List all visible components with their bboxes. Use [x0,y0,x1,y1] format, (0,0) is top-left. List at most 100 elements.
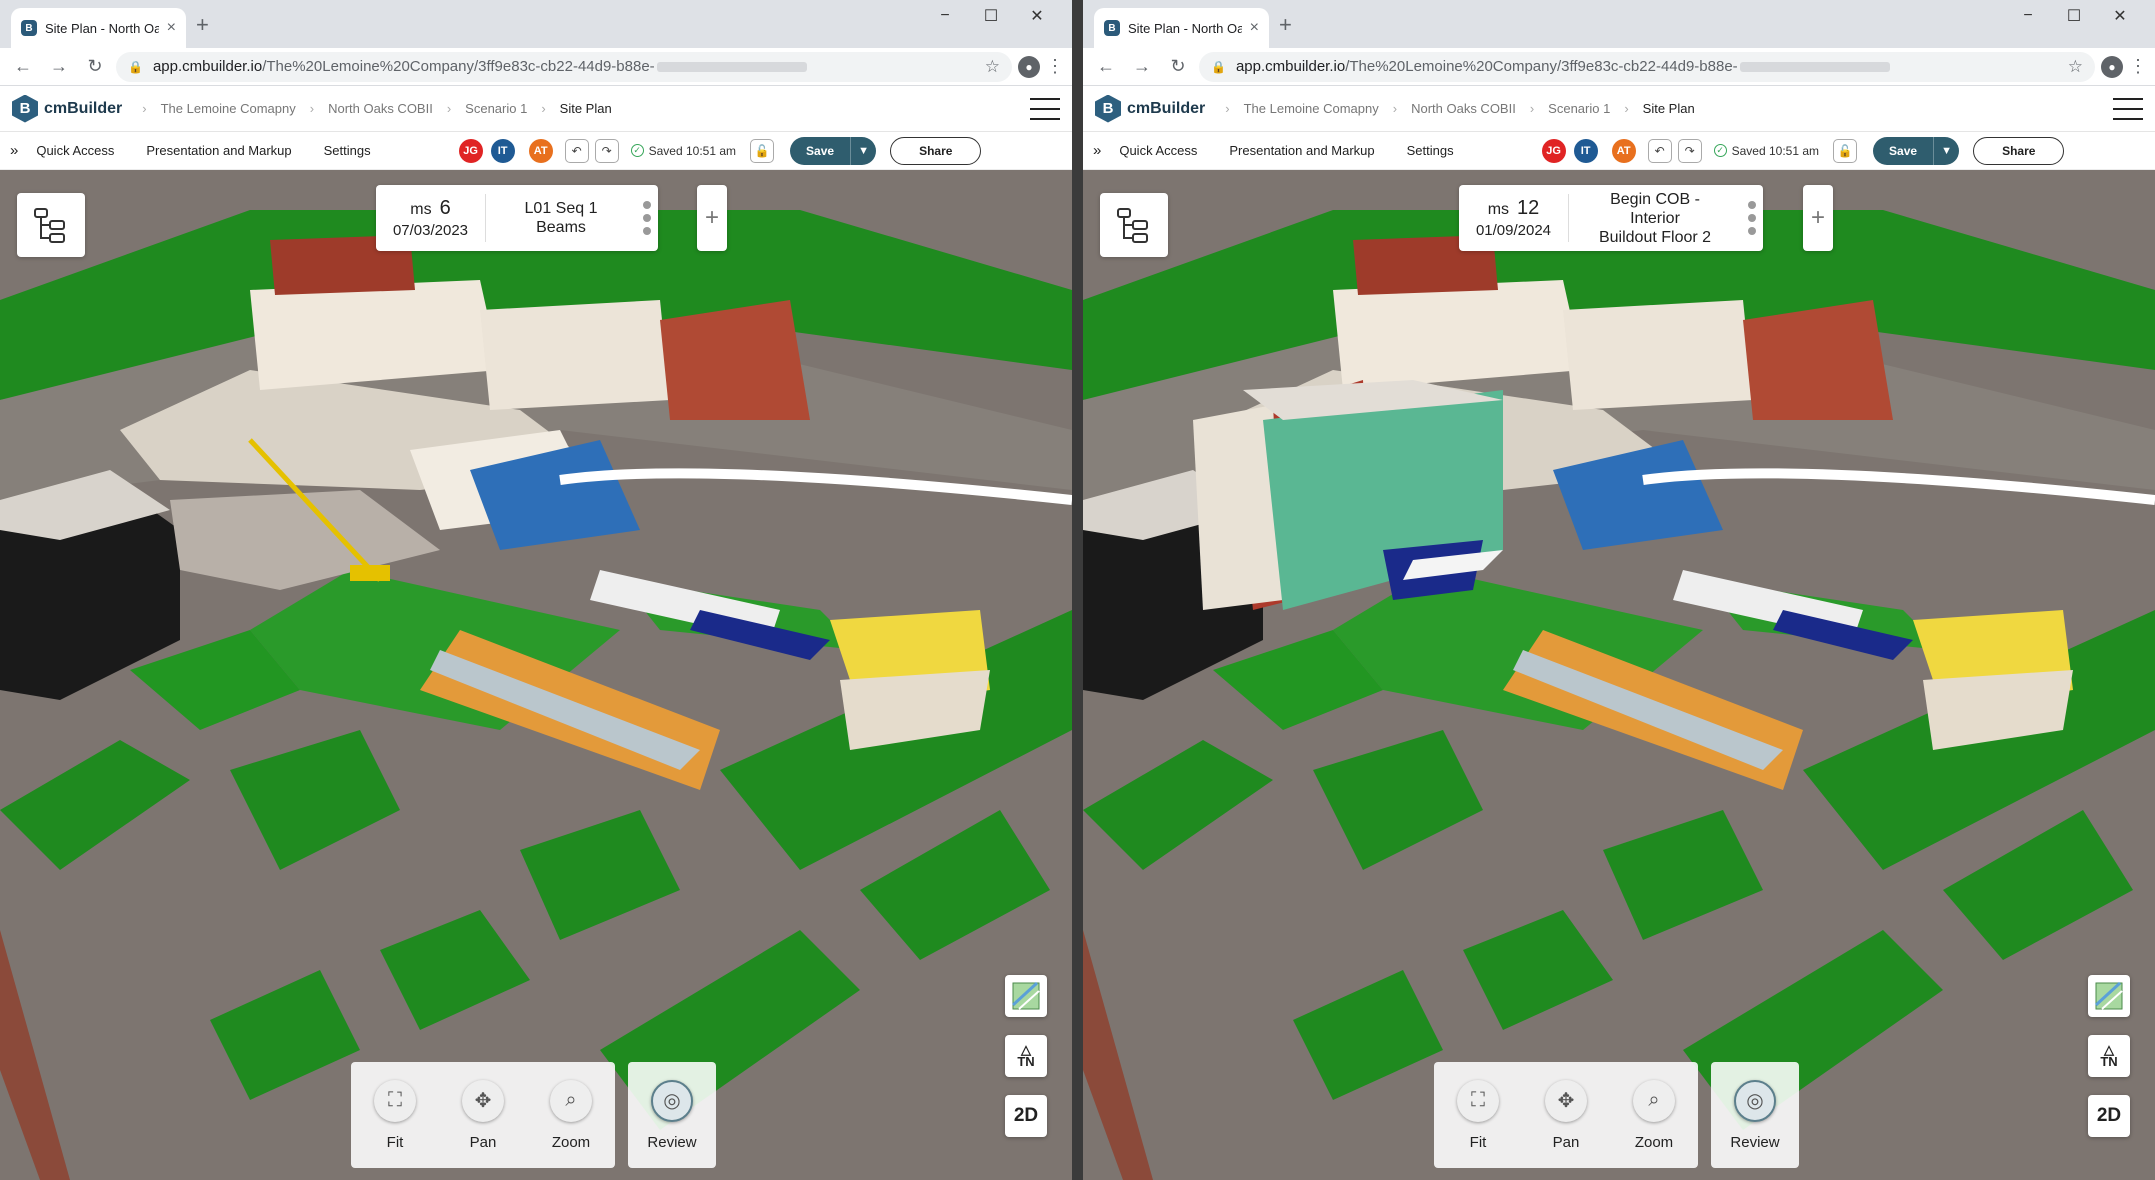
true-north-button[interactable]: △ TN [1005,1035,1047,1077]
new-office-building[interactable] [1193,380,1503,610]
saved-time: Saved 10:51 am [648,143,737,158]
milestone-card[interactable]: ms 6 07/03/2023 L01 Seq 1 Beams [376,185,658,251]
zoom-button[interactable]: ⌕ Zoom [550,1079,592,1151]
share-button[interactable]: Share [890,136,982,165]
minimize-button[interactable]: − [2005,2,2051,30]
pan-button[interactable]: ✥ Pan [1545,1079,1587,1151]
url-field[interactable]: 🔒 app.cmbuilder.io/The%20Lemoine%20Compa… [116,51,1012,82]
menu-settings[interactable]: Settings [1407,143,1454,158]
minimize-button[interactable]: − [922,2,968,30]
hamburger-menu-icon[interactable] [2113,97,2143,120]
milestone-options-icon[interactable] [636,201,658,235]
url-host: app.cmbuilder.io [1235,58,1346,75]
breadcrumb-scenario[interactable]: Scenario 1 [465,101,527,116]
view-2d-button[interactable]: 2D [1005,1095,1047,1137]
avatar[interactable]: AT [528,138,553,163]
add-milestone-button[interactable]: + [697,185,727,251]
menu-settings[interactable]: Settings [324,143,371,158]
pan-button[interactable]: ✥ Pan [462,1079,504,1151]
review-button[interactable]: ◎ Review [647,1079,697,1151]
cmbuilder-logo[interactable]: B cmBuilder [1095,94,1205,123]
fit-label: Fit [1469,1133,1487,1151]
avatar[interactable]: IT [490,138,515,163]
bookmark-star-icon[interactable]: ☆ [2068,57,2083,77]
lock-toggle-icon[interactable]: 🔓 [750,138,775,163]
browser-tab[interactable]: B Site Plan - North Oaks COBII × [11,8,186,48]
site-plan-scene[interactable] [0,170,1072,1180]
scenario-tree-button[interactable] [17,193,85,257]
avatar[interactable]: AT [1611,138,1636,163]
save-button[interactable]: Save [1873,136,1934,165]
browser-tab[interactable]: B Site Plan - North Oaks COBII × [1094,8,1269,48]
redo-icon[interactable]: ↷ [1677,138,1702,163]
undo-icon[interactable]: ↶ [564,138,589,163]
breadcrumb-company[interactable]: The Lemoine Comapny [161,101,296,116]
3d-viewport[interactable]: ms 6 07/03/2023 L01 Seq 1 Beams + ⛶ Fit ✥ P… [0,170,1072,1180]
menu-quick-access[interactable]: Quick Access [1119,143,1197,158]
url-field[interactable]: 🔒 app.cmbuilder.io/The%20Lemoine%20Compa… [1199,51,2095,82]
profile-icon[interactable]: ● [1018,55,1040,78]
view-2d-button[interactable]: 2D [2088,1095,2130,1137]
lock-toggle-icon[interactable]: 🔓 [1833,138,1858,163]
menu-presentation-markup[interactable]: Presentation and Markup [146,143,291,158]
collaborator-avatars: JG IT AT [458,138,553,163]
breadcrumb-company[interactable]: The Lemoine Comapny [1244,101,1379,116]
reload-icon[interactable]: ↻ [1163,52,1193,82]
reload-icon[interactable]: ↻ [80,52,110,82]
milestone-options-icon[interactable] [1741,201,1763,235]
tab-close-button[interactable]: × [1250,19,1259,37]
zoom-button[interactable]: ⌕ Zoom [1633,1079,1675,1151]
zoom-icon: ⌕ [1633,1079,1675,1122]
scenario-tree-button[interactable] [1100,193,1168,257]
redo-icon[interactable]: ↷ [594,138,619,163]
bookmark-star-icon[interactable]: ☆ [985,57,1000,77]
map-layer-button[interactable] [1005,975,1047,1017]
review-button[interactable]: ◎ Review [1730,1079,1780,1151]
add-milestone-button[interactable]: + [1803,185,1833,251]
save-dropdown-icon[interactable]: ▼ [850,136,877,165]
tab-close-button[interactable]: × [167,19,176,37]
fit-button[interactable]: ⛶ Fit [374,1079,416,1151]
hamburger-menu-icon[interactable] [1030,97,1060,120]
share-button[interactable]: Share [1973,136,2065,165]
expand-sidebar-icon[interactable]: » [1093,142,1101,159]
site-plan-scene[interactable] [1083,170,2155,1180]
browser-menu-icon[interactable]: ⋮ [1046,56,1064,77]
3d-viewport[interactable]: ms 12 01/09/2024 Begin COB - Interior Bui… [1083,170,2155,1180]
undo-icon[interactable]: ↶ [1647,138,1672,163]
breadcrumb-project[interactable]: North Oaks COBII [328,101,433,116]
forward-icon[interactable]: → [44,52,74,82]
fit-button[interactable]: ⛶ Fit [1457,1079,1499,1151]
browser-window-right: B Site Plan - North Oaks COBII × + − ☐ ✕… [1083,0,2155,1180]
profile-icon[interactable]: ● [2101,55,2123,78]
milestone-number: 6 [439,197,451,219]
redacted-url [1739,62,1890,73]
back-icon[interactable]: ← [8,52,38,82]
maximize-button[interactable]: ☐ [968,2,1014,30]
menu-presentation-markup[interactable]: Presentation and Markup [1229,143,1374,158]
forward-icon[interactable]: → [1127,52,1157,82]
save-dropdown-icon[interactable]: ▼ [1933,136,1960,165]
maximize-button[interactable]: ☐ [2051,2,2097,30]
back-icon[interactable]: ← [1091,52,1121,82]
true-north-button[interactable]: △ TN [2088,1035,2130,1077]
close-window-button[interactable]: ✕ [2097,2,2143,30]
avatar[interactable]: JG [1541,138,1566,163]
map-layer-button[interactable] [2088,975,2130,1017]
new-tab-button[interactable]: + [196,12,209,38]
milestone-card[interactable]: ms 12 01/09/2024 Begin COB - Interior Bui… [1459,185,1763,251]
browser-menu-icon[interactable]: ⋮ [2129,56,2147,77]
avatar[interactable]: JG [458,138,483,163]
save-button[interactable]: Save [790,136,851,165]
new-tab-button[interactable]: + [1279,12,1292,38]
expand-sidebar-icon[interactable]: » [10,142,18,159]
avatar[interactable]: IT [1573,138,1598,163]
breadcrumb: › The Lemoine Comapny › North Oaks COBII… [1225,101,1694,116]
breadcrumb-scenario[interactable]: Scenario 1 [1548,101,1610,116]
breadcrumb-project[interactable]: North Oaks COBII [1411,101,1516,116]
menu-quick-access[interactable]: Quick Access [36,143,114,158]
cmbuilder-logo[interactable]: B cmBuilder [12,94,122,123]
address-bar: ← → ↻ 🔒 app.cmbuilder.io/The%20Lemoine%2… [1083,48,2155,86]
pan-icon: ✥ [462,1079,504,1122]
close-window-button[interactable]: ✕ [1014,2,1060,30]
